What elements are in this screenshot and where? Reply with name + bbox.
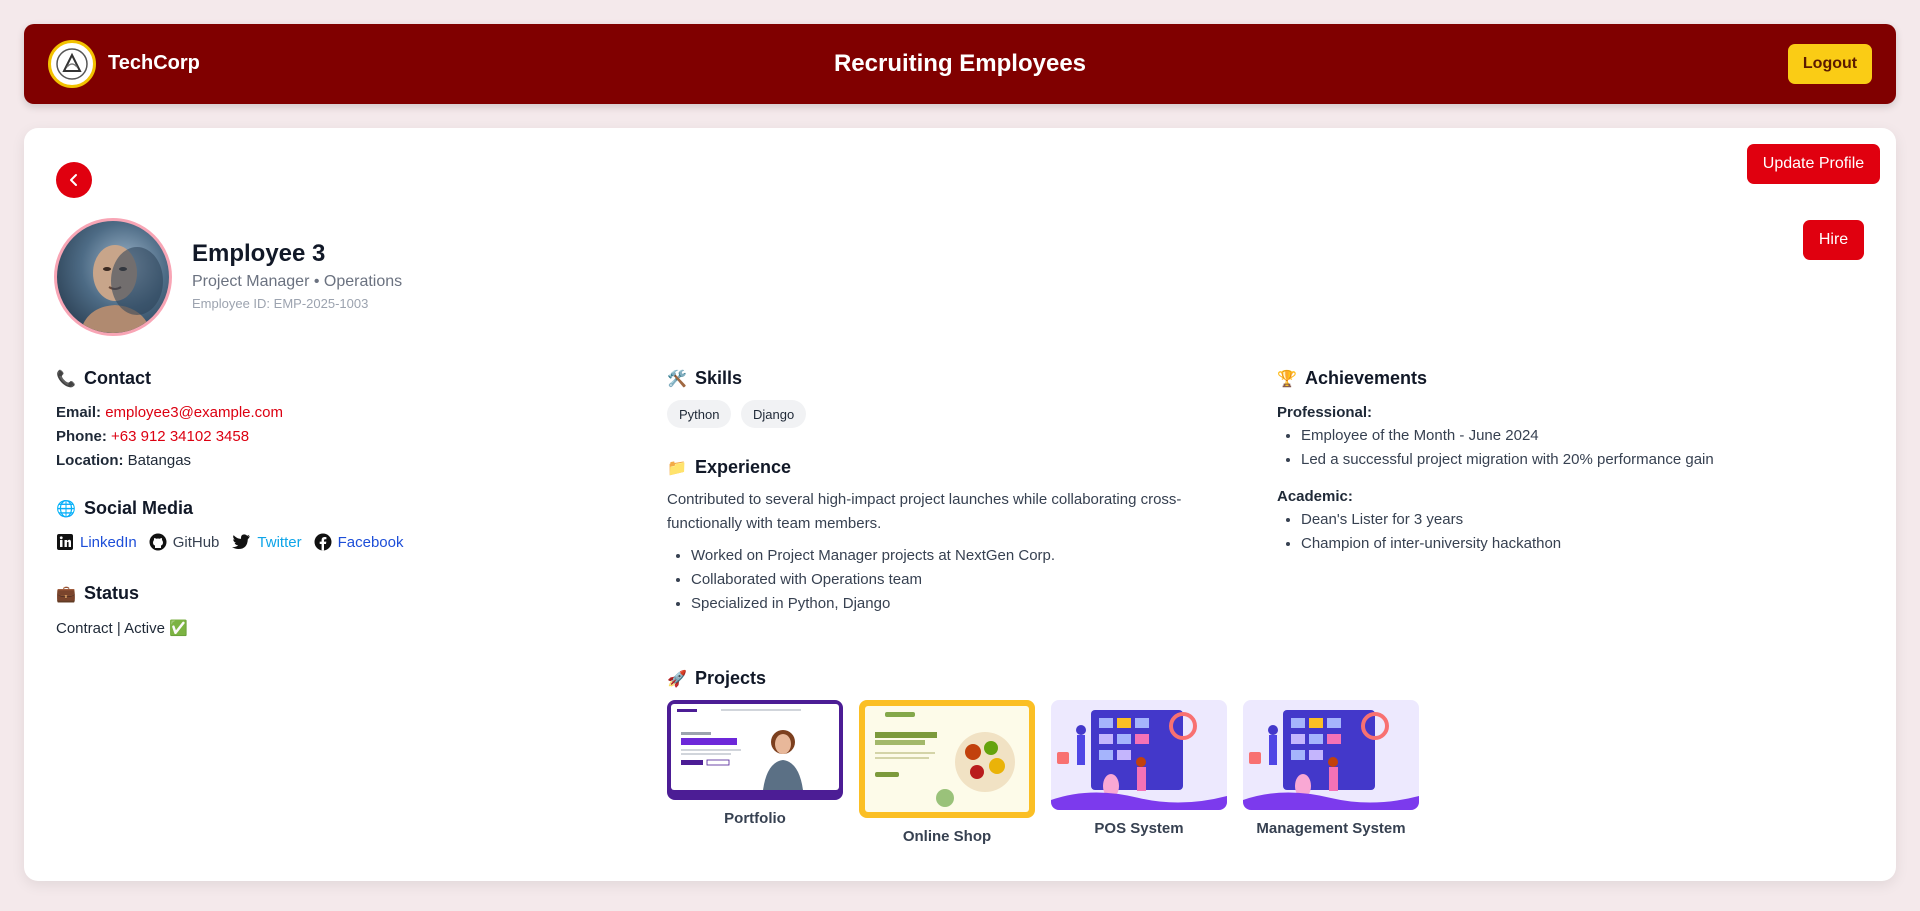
experience-title: Experience <box>695 457 792 477</box>
project-card-online-shop[interactable]: Online Shop <box>859 700 1035 845</box>
logout-button[interactable]: Logout <box>1788 44 1872 84</box>
person-photo-icon <box>80 245 163 333</box>
employee-role: Project Manager • Operations <box>192 273 403 290</box>
chevron-left-icon <box>70 174 77 186</box>
project-thumbnail <box>1243 700 1419 810</box>
experience-list: Worked on Project Manager projects at Ne… <box>667 544 1227 616</box>
location-label: Location: <box>56 452 124 469</box>
linkedin-link[interactable]: LinkedIn <box>80 534 137 551</box>
experience-item: Collaborated with Operations team <box>691 568 1227 592</box>
tools-icon: 🛠️ <box>667 370 687 388</box>
achievements-title: Achievements <box>1305 368 1428 388</box>
back-button[interactable] <box>56 162 92 198</box>
experience-item: Specialized in Python, Django <box>691 592 1227 616</box>
achievement-item: Employee of the Month - June 2024 <box>1301 424 1837 448</box>
skills-title: Skills <box>695 368 743 388</box>
social-title: Social Media <box>84 498 194 518</box>
phone-link[interactable]: +63 912 34102 3458 <box>111 428 249 445</box>
facebook-icon <box>314 533 332 551</box>
employee-id: Employee ID: EMP-2025-1003 <box>192 296 369 311</box>
academic-label: Academic: <box>1277 488 1353 505</box>
email-link[interactable]: employee3@example.com <box>105 404 283 421</box>
page-title: Recruiting Employees <box>833 50 1087 77</box>
project-label: Management System <box>1256 820 1406 837</box>
rocket-icon: 🚀 <box>667 670 687 688</box>
employee-name: Employee 3 <box>192 240 326 267</box>
status-title: Status <box>84 583 140 603</box>
social-facebook[interactable]: Facebook <box>314 533 404 551</box>
professional-label: Professional: <box>1277 404 1373 421</box>
contact-email-row: Email: employee3@example.com <box>56 404 283 421</box>
achievements-heading: 🏆 Achievements <box>1277 368 1427 389</box>
briefcase-icon: 💼 <box>56 585 76 603</box>
twitter-icon <box>232 534 251 549</box>
project-thumbnail <box>1051 700 1227 810</box>
globe-icon: 🌐 <box>56 500 76 518</box>
projects-heading: 🚀 Projects <box>667 668 766 689</box>
project-label: Portfolio <box>724 810 786 827</box>
employee-avatar <box>54 218 172 336</box>
twitter-link[interactable]: Twitter <box>257 534 301 551</box>
github-icon <box>149 533 167 551</box>
github-link[interactable]: GitHub <box>173 534 220 551</box>
skill-chip: Django <box>741 400 807 428</box>
skills-heading: 🛠️ Skills <box>667 368 742 389</box>
location-value: Batangas <box>127 452 192 469</box>
facebook-link[interactable]: Facebook <box>338 534 404 551</box>
project-label: POS System <box>1094 820 1184 837</box>
experience-summary: Contributed to several high-impact proje… <box>667 491 1182 532</box>
contact-location-row: Location: Batangas <box>56 452 191 469</box>
phone-label: Phone: <box>56 428 107 445</box>
pos-system-illustration-icon <box>1051 710 1227 810</box>
status-heading: 💼 Status <box>56 583 139 604</box>
phone-icon: 📞 <box>56 370 76 388</box>
experience-heading: 📁 Experience <box>667 457 791 478</box>
academic-achievements: Dean's Lister for 3 years Champion of in… <box>1277 508 1837 556</box>
folder-icon: 📁 <box>667 459 687 477</box>
contact-phone-row: Phone: +63 912 34102 3458 <box>56 428 249 445</box>
email-label: Email: <box>56 404 102 421</box>
project-card-portfolio[interactable]: Portfolio <box>667 700 843 827</box>
employee-profile-card: Update Profile Hire Employee 3 Project M… <box>24 128 1896 881</box>
top-header: TechCorp Recruiting Employees Logout <box>24 24 1896 104</box>
contact-title: Contact <box>84 368 151 388</box>
update-profile-button[interactable]: Update Profile <box>1747 144 1880 184</box>
projects-title: Projects <box>695 668 767 688</box>
project-card-pos-system[interactable]: POS System <box>1051 700 1227 837</box>
social-github[interactable]: GitHub <box>149 533 220 551</box>
social-heading: 🌐 Social Media <box>56 498 193 519</box>
trophy-icon: 🏆 <box>1277 370 1297 388</box>
achievement-item: Led a successful project migration with … <box>1301 448 1837 472</box>
status-value: Contract | Active ✅ <box>56 620 188 637</box>
social-links: LinkedIn GitHub Twitter Facebook <box>56 533 403 551</box>
experience-item: Worked on Project Manager projects at Ne… <box>691 544 1227 568</box>
skill-chip: Python <box>667 400 732 428</box>
online-shop-thumbnail-icon <box>865 706 1029 812</box>
project-thumbnail <box>667 700 843 800</box>
project-label: Online Shop <box>902 828 992 845</box>
project-card-management-system[interactable]: Management System <box>1243 700 1419 837</box>
professional-achievements: Employee of the Month - June 2024 Led a … <box>1277 424 1837 472</box>
achievement-item: Champion of inter-university hackathon <box>1301 532 1837 556</box>
social-twitter[interactable]: Twitter <box>231 533 302 551</box>
contact-heading: 📞 Contact <box>56 368 151 389</box>
portfolio-thumbnail-icon <box>671 704 839 790</box>
linkedin-icon <box>57 534 73 550</box>
hire-button[interactable]: Hire <box>1803 220 1864 260</box>
social-linkedin[interactable]: LinkedIn <box>56 533 137 551</box>
management-system-illustration-icon <box>1243 710 1419 810</box>
project-thumbnail <box>859 700 1035 818</box>
achievement-item: Dean's Lister for 3 years <box>1301 508 1837 532</box>
